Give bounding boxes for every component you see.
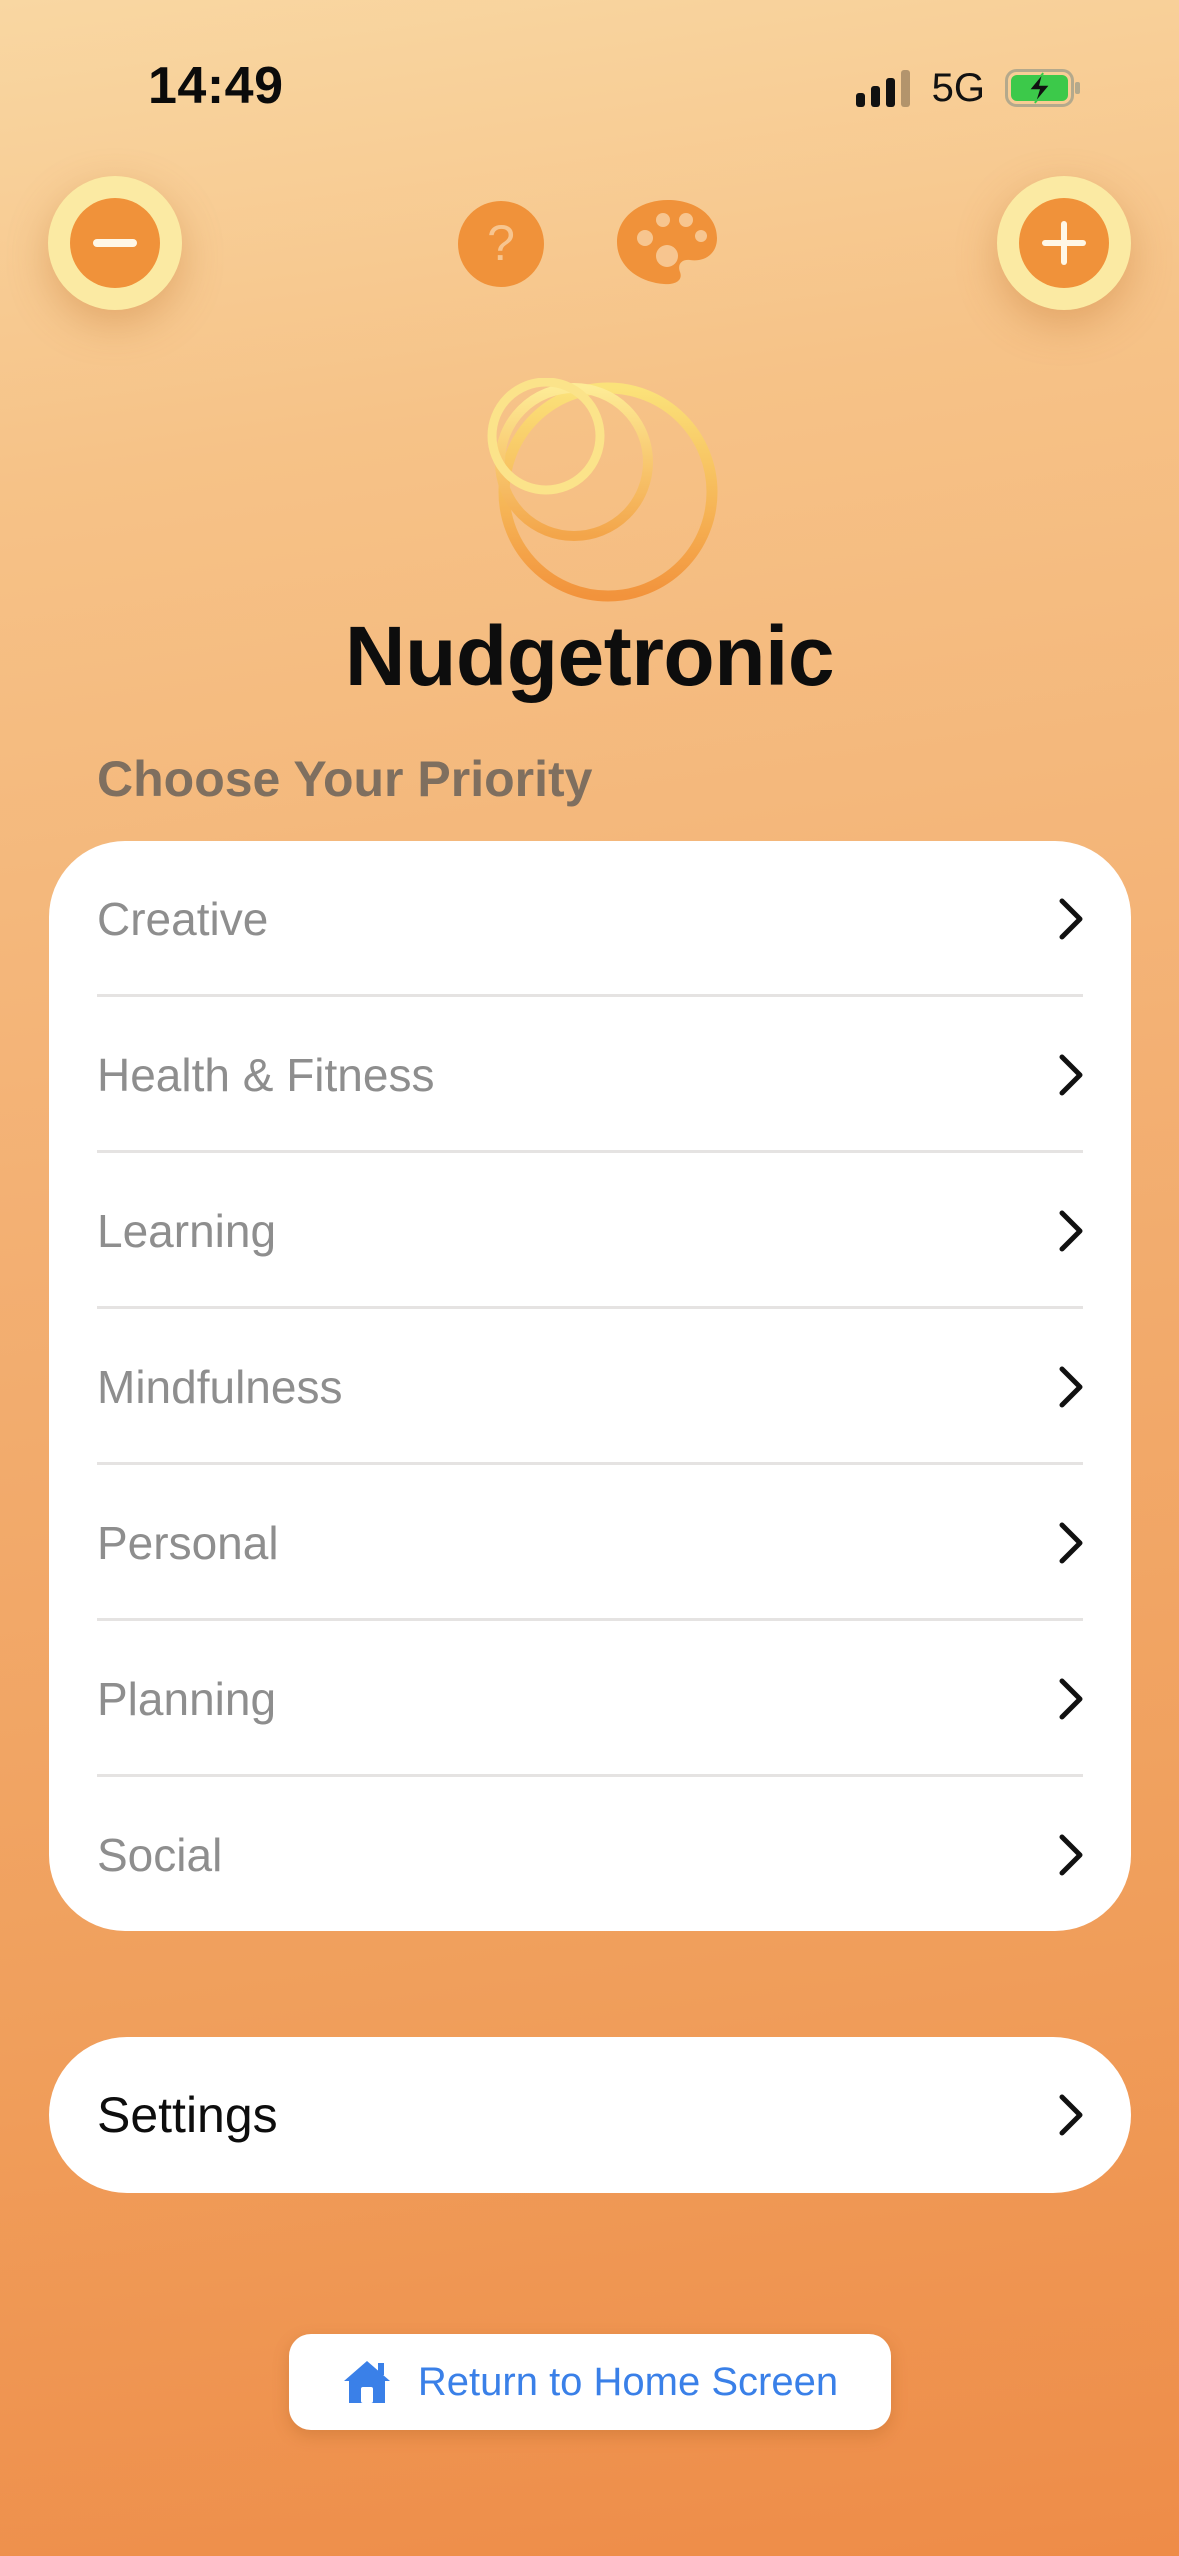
section-heading: Choose Your Priority — [97, 751, 593, 807]
status-indicators: 5G — [855, 64, 1081, 112]
chevron-right-icon — [1059, 898, 1083, 940]
add-button[interactable] — [997, 176, 1131, 310]
settings-row[interactable]: Settings — [49, 2037, 1131, 2193]
priority-item-label: Health & Fitness — [97, 1049, 435, 1101]
help-icon[interactable]: ? — [458, 201, 544, 287]
priority-item-creative[interactable]: Creative — [49, 841, 1131, 997]
priority-item-label: Creative — [97, 893, 269, 945]
priority-item-label: Personal — [97, 1517, 279, 1569]
palette-icon[interactable] — [616, 198, 718, 286]
priority-item-label: Learning — [97, 1205, 277, 1257]
help-glyph: ? — [487, 215, 515, 271]
house-icon — [343, 2361, 390, 2403]
chevron-right-icon — [1059, 2094, 1083, 2136]
priority-item-social[interactable]: Social — [49, 1777, 1131, 1931]
priority-item-label: Mindfulness — [97, 1361, 343, 1413]
cellular-signal-icon — [855, 69, 910, 107]
rings-logo — [487, 378, 718, 602]
status-time: 14:49 — [148, 57, 284, 115]
chevron-right-icon — [1059, 1834, 1083, 1876]
return-home-button[interactable]: Return to Home Screen — [289, 2334, 891, 2430]
chevron-right-icon — [1059, 1522, 1083, 1564]
chevron-right-icon — [1059, 1366, 1083, 1408]
priority-item-learning[interactable]: Learning — [49, 1153, 1131, 1309]
settings-label: Settings — [97, 2087, 278, 2143]
plus-icon — [1019, 198, 1109, 288]
priority-item-personal[interactable]: Personal — [49, 1465, 1131, 1621]
chevron-right-icon — [1059, 1678, 1083, 1720]
chevron-right-icon — [1059, 1210, 1083, 1252]
chevron-right-icon — [1059, 1054, 1083, 1096]
remove-button[interactable] — [48, 176, 182, 310]
priority-list: Creative Health & Fitness Learning Mindf… — [49, 841, 1131, 1931]
priority-item-planning[interactable]: Planning — [49, 1621, 1131, 1777]
priority-item-label: Social — [97, 1829, 223, 1881]
minus-icon — [70, 198, 160, 288]
priority-item-mindfulness[interactable]: Mindfulness — [49, 1309, 1131, 1465]
priority-item-label: Planning — [97, 1673, 277, 1725]
battery-charging-icon — [1005, 69, 1080, 107]
network-type-label: 5G — [931, 65, 985, 110]
app-title: Nudgetronic — [344, 609, 835, 703]
return-home-label: Return to Home Screen — [417, 2359, 839, 2404]
priority-item-health-fitness[interactable]: Health & Fitness — [49, 997, 1131, 1153]
